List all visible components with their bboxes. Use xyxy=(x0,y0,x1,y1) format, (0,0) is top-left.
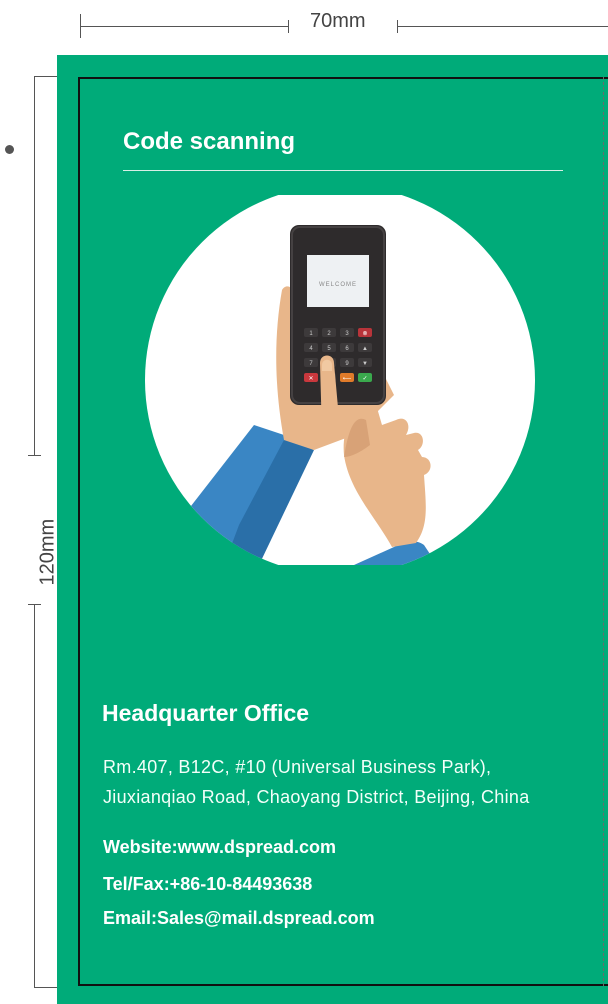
height-dimension-line xyxy=(28,604,41,988)
address-line: Jiuxianqiao Road, Chaoyang District, Bei… xyxy=(103,787,530,807)
keypad-key-label: ⟵ xyxy=(343,376,352,382)
pos-screen xyxy=(307,255,369,307)
pos-terminal-illustration: WELCOME 1 2 3 ⊗ 4 5 6 ▲ 7 8 9 ▼ ✕ 0 ⟵ ✓ xyxy=(145,195,535,565)
width-dimension-label: 70mm xyxy=(310,10,366,32)
website-link[interactable]: Website:www.dspread.com xyxy=(103,837,336,858)
keypad-key-label: ✓ xyxy=(362,376,367,382)
marker-dot xyxy=(5,145,14,154)
width-dimension-line xyxy=(80,20,289,33)
card-title: Code scanning xyxy=(123,128,296,155)
keypad-key-label: ⊗ xyxy=(362,331,367,337)
keypad-key-label: ▲ xyxy=(362,346,368,352)
cut-line xyxy=(603,77,604,986)
tel-fax: Tel/Fax:+86-10-84493638 xyxy=(103,874,313,894)
height-dimension-line xyxy=(28,76,41,456)
width-dimension: 70mm xyxy=(80,8,608,38)
pos-screen-text: WELCOME xyxy=(319,282,357,288)
headquarter-title: Headquarter Office xyxy=(102,700,310,726)
title-divider xyxy=(123,170,563,171)
index-fingernail xyxy=(322,359,332,371)
width-dimension-line xyxy=(397,20,608,33)
headquarter-address: Rm.407, B12C, #10 (Universal Business Pa… xyxy=(103,752,593,812)
height-dimension: 120mm xyxy=(20,76,64,988)
email-link[interactable]: Email:Sales@mail.dspread.com xyxy=(103,908,375,929)
keypad-key-label: ✕ xyxy=(308,376,313,382)
keypad-key-label: ▼ xyxy=(362,361,368,367)
address-line: Rm.407, B12C, #10 (Universal Business Pa… xyxy=(103,757,492,777)
